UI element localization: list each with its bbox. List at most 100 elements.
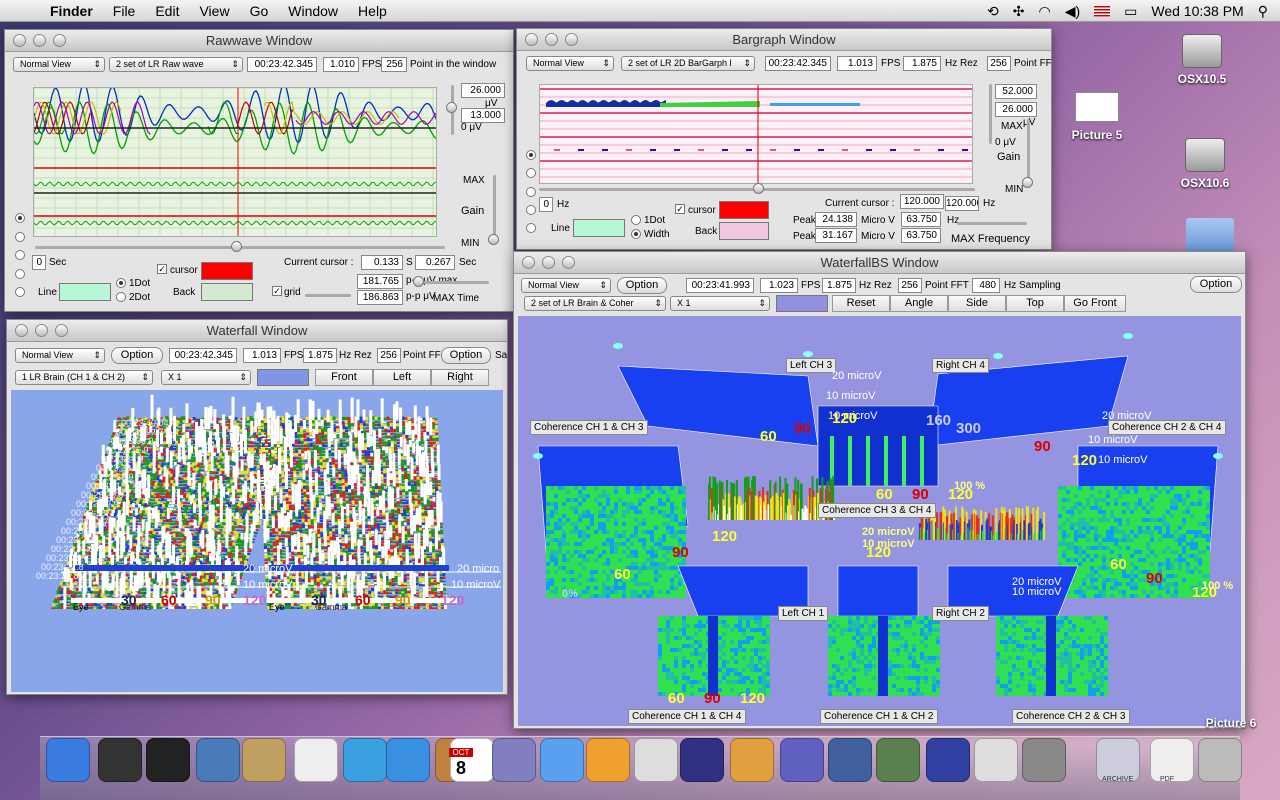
- cursor-field-1[interactable]: 0.133: [361, 255, 403, 270]
- max-freq-slider[interactable]: [957, 222, 1027, 225]
- desktop-file-picture5[interactable]: Picture 5: [1062, 92, 1132, 142]
- front-button[interactable]: Front: [315, 369, 373, 386]
- freq-knob[interactable]: [753, 183, 764, 194]
- view-select[interactable]: Normal View: [15, 348, 105, 363]
- left-button[interactable]: Left: [373, 369, 431, 386]
- close-icon[interactable]: [13, 34, 26, 47]
- fps-field[interactable]: 1.010: [323, 57, 359, 72]
- gain-knob[interactable]: [1022, 177, 1033, 188]
- max-field[interactable]: 52.000: [995, 84, 1037, 99]
- channel-radio-5[interactable]: [526, 223, 536, 233]
- channel-radio-3[interactable]: [15, 250, 25, 260]
- cursor-field-2[interactable]: 120.000: [945, 196, 979, 211]
- time-field[interactable]: 00:23:42.345: [247, 57, 317, 72]
- gain-slider[interactable]: [1027, 119, 1030, 184]
- spotlight-icon[interactable]: ⚲: [1258, 3, 1268, 20]
- desktop-disk-osx106[interactable]: OSX10.6: [1170, 138, 1240, 190]
- cursor-color-swatch[interactable]: [201, 262, 253, 280]
- waterfall-plot[interactable]: 00:23:40.047 00:23:39.97 00:23:38.9 00:23:3…: [11, 390, 503, 692]
- max-time-knob[interactable]: [413, 276, 424, 287]
- time-field[interactable]: 00:23:42.345: [765, 56, 831, 71]
- rawwave-plot[interactable]: [33, 87, 437, 237]
- channel-select[interactable]: 1 LR Brain (CH 1 & CH 2): [15, 370, 153, 385]
- fps-field[interactable]: 1.013: [837, 56, 877, 71]
- channel-radio-4[interactable]: [15, 269, 25, 279]
- two-dot-radio[interactable]: [116, 292, 126, 302]
- pp-field-1[interactable]: 181.765: [357, 274, 403, 289]
- menu-view[interactable]: View: [189, 0, 239, 22]
- one-dot-radio[interactable]: [631, 215, 641, 225]
- back-color-swatch[interactable]: [719, 222, 769, 240]
- desktop-file-picture6[interactable]: Picture 6: [1196, 716, 1266, 730]
- scale-slider[interactable]: [989, 84, 992, 144]
- menu-edit[interactable]: Edit: [145, 0, 189, 22]
- wifi-icon[interactable]: ◠: [1038, 3, 1050, 20]
- bargraph-plot[interactable]: [539, 84, 973, 184]
- channel-radio-2[interactable]: [526, 168, 536, 178]
- cursor-checkbox[interactable]: ✓: [675, 204, 685, 214]
- time-field[interactable]: 00:23:42.345: [169, 348, 237, 363]
- points-field[interactable]: 256: [381, 57, 407, 72]
- pp-field-2[interactable]: 186.863: [357, 290, 403, 305]
- line-color-swatch[interactable]: [573, 219, 625, 237]
- set-select[interactable]: 2 set of LR Raw wave: [109, 57, 243, 72]
- channel-radio-5[interactable]: [15, 287, 25, 297]
- channel-radio-3[interactable]: [526, 187, 536, 197]
- line-color-swatch[interactable]: [59, 283, 111, 301]
- mv-field-2[interactable]: 63.750: [901, 228, 941, 243]
- cursor-field[interactable]: 120.000: [900, 194, 944, 209]
- minimize-icon[interactable]: [33, 34, 46, 47]
- max-time-slider[interactable]: [415, 281, 489, 284]
- menu-app-name[interactable]: Finder: [40, 0, 103, 22]
- peak-field-2[interactable]: 31.167: [815, 228, 857, 243]
- time-knob[interactable]: [231, 241, 242, 252]
- fps-field[interactable]: 1.013: [243, 348, 281, 363]
- flag-icon[interactable]: [1094, 5, 1111, 17]
- hz-rez-field[interactable]: 1.875: [303, 348, 337, 363]
- fft-field[interactable]: 256: [377, 348, 401, 363]
- cursor-field-2[interactable]: 0.267: [415, 255, 455, 270]
- menu-help[interactable]: Help: [348, 0, 397, 22]
- hz-field[interactable]: 0: [539, 197, 553, 212]
- folder-icon[interactable]: [1186, 218, 1234, 252]
- grid-slider[interactable]: [305, 294, 351, 297]
- desktop-disk-osx105[interactable]: OSX10.5: [1170, 34, 1234, 86]
- bluetooth-icon[interactable]: ✣: [1013, 3, 1025, 20]
- max-field[interactable]: 26.000: [461, 83, 505, 98]
- menu-window[interactable]: Window: [278, 0, 348, 22]
- window-titlebar[interactable]: Rawwave Window: [5, 30, 513, 52]
- channel-radio-1[interactable]: [526, 150, 536, 160]
- option-button[interactable]: Option: [111, 347, 163, 364]
- close-icon[interactable]: [15, 324, 28, 337]
- mv-field-1[interactable]: 63.750: [901, 212, 941, 227]
- close-icon[interactable]: [525, 33, 538, 46]
- zoom-icon[interactable]: [565, 33, 578, 46]
- back-color-swatch[interactable]: [201, 283, 253, 301]
- grid-checkbox[interactable]: ✓: [272, 286, 282, 296]
- min-field[interactable]: 13.000: [461, 108, 505, 123]
- background-color-swatch[interactable]: [257, 369, 309, 386]
- scale-knob[interactable]: [446, 102, 457, 113]
- view-select[interactable]: Normal View: [526, 56, 614, 71]
- width-radio[interactable]: [631, 229, 641, 239]
- zoom-select[interactable]: X 1: [161, 370, 251, 385]
- channel-radio-1[interactable]: [15, 213, 25, 223]
- channel-radio-2[interactable]: [15, 232, 25, 242]
- time-machine-icon[interactable]: ⟲: [987, 3, 999, 20]
- window-titlebar[interactable]: Waterfall Window: [7, 320, 507, 342]
- battery-icon[interactable]: ▭: [1124, 3, 1137, 20]
- channel-radio-4[interactable]: [526, 205, 536, 215]
- volume-icon[interactable]: ◀): [1065, 3, 1080, 20]
- minimize-icon[interactable]: [545, 33, 558, 46]
- minimize-icon[interactable]: [35, 324, 48, 337]
- min-field[interactable]: 26.000: [995, 102, 1037, 117]
- sec-field[interactable]: 0: [32, 255, 46, 270]
- option-button-2[interactable]: Option: [441, 347, 491, 364]
- zoom-icon[interactable]: [55, 324, 68, 337]
- one-dot-radio[interactable]: [116, 278, 126, 288]
- fft-field[interactable]: 256: [987, 56, 1011, 71]
- menu-go[interactable]: Go: [240, 0, 279, 22]
- gain-knob[interactable]: [488, 234, 499, 245]
- menu-clock[interactable]: Wed 10:38 PM: [1151, 3, 1243, 19]
- window-titlebar[interactable]: Bargraph Window: [517, 29, 1051, 51]
